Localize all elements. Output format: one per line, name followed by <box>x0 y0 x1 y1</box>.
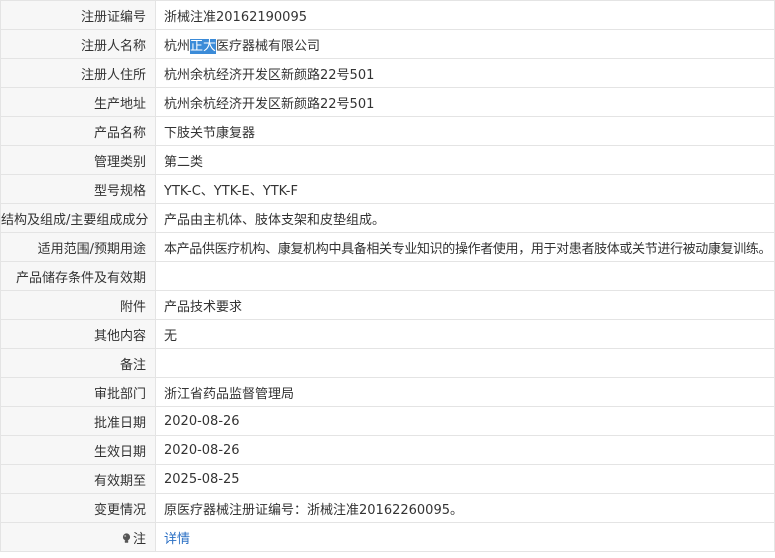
row-label-attachment: 附件 <box>0 290 156 320</box>
row-value-approval-department: 浙江省药品监督管理局 <box>155 377 775 407</box>
highlighted-text-selection[interactable]: 正大 <box>190 38 217 54</box>
row-value-product-name: 下肢关节康复器 <box>155 116 775 146</box>
row-label-registrant-address: 注册人住所 <box>0 58 156 88</box>
row-value-valid-until: 2025-08-25 <box>155 464 775 494</box>
row-value-remarks <box>155 348 775 378</box>
table-row: 生产地址 杭州余杭经济开发区新颜路22号501 <box>0 87 775 117</box>
row-value-production-address: 杭州余杭经济开发区新颜路22号501 <box>155 87 775 117</box>
table-row: 结构及组成/主要组成成分 产品由主机体、肢体支架和皮垫组成。 <box>0 203 775 233</box>
row-label-approval-department: 审批部门 <box>0 377 156 407</box>
table-row: 批准日期 2020-08-26 <box>0 406 775 436</box>
row-value-registrant-name: 杭州正大医疗器械有限公司 <box>155 29 775 59</box>
row-label-registration-number: 注册证编号 <box>0 0 156 30</box>
table-row: 型号规格 YTK-C、YTK-E、YTK-F <box>0 174 775 204</box>
row-value-approval-date: 2020-08-26 <box>155 406 775 436</box>
row-value-note: 详情 <box>155 522 775 552</box>
table-row: 产品名称 下肢关节康复器 <box>0 116 775 146</box>
table-row: 有效期至 2025-08-25 <box>0 464 775 494</box>
registration-detail-table: 注册证编号 浙械注准20162190095 注册人名称 杭州正大医疗器械有限公司… <box>0 0 775 552</box>
table-row: 生效日期 2020-08-26 <box>0 435 775 465</box>
row-label-effective-date: 生效日期 <box>0 435 156 465</box>
row-label-remarks: 备注 <box>0 348 156 378</box>
registrant-name-part: 杭州 <box>164 38 191 54</box>
bulb-icon <box>122 532 131 544</box>
row-label-valid-until: 有效期至 <box>0 464 156 494</box>
row-value-management-category: 第二类 <box>155 145 775 175</box>
table-row: 注 详情 <box>0 522 775 552</box>
registrant-name-part: 医疗器械有限公司 <box>216 38 321 54</box>
row-value-change-status: 原医疗器械注册证编号：浙械注准20162260095。 <box>155 493 775 523</box>
row-label-structure-composition: 结构及组成/主要组成成分 <box>0 203 156 233</box>
row-label-change-status: 变更情况 <box>0 493 156 523</box>
details-link[interactable]: 详情 <box>164 532 190 547</box>
row-value-other-content: 无 <box>155 319 775 349</box>
table-row: 注册人名称 杭州正大医疗器械有限公司 <box>0 29 775 59</box>
table-row: 审批部门 浙江省药品监督管理局 <box>0 377 775 407</box>
row-value-structure-composition: 产品由主机体、肢体支架和皮垫组成。 <box>155 203 775 233</box>
table-row: 注册人住所 杭州余杭经济开发区新颜路22号501 <box>0 58 775 88</box>
row-label-storage-validity: 产品储存条件及有效期 <box>0 261 156 291</box>
row-label-approval-date: 批准日期 <box>0 406 156 436</box>
row-label-other-content: 其他内容 <box>0 319 156 349</box>
row-label-management-category: 管理类别 <box>0 145 156 175</box>
row-label-model-spec: 型号规格 <box>0 174 156 204</box>
row-label-intended-use: 适用范围/预期用途 <box>0 232 156 262</box>
row-value-storage-validity <box>155 261 775 291</box>
row-label-production-address: 生产地址 <box>0 87 156 117</box>
table-row: 其他内容 无 <box>0 319 775 349</box>
table-row: 备注 <box>0 348 775 378</box>
row-value-effective-date: 2020-08-26 <box>155 435 775 465</box>
table-row: 产品储存条件及有效期 <box>0 261 775 291</box>
row-value-registration-number: 浙械注准20162190095 <box>155 0 775 30</box>
row-value-registrant-address: 杭州余杭经济开发区新颜路22号501 <box>155 58 775 88</box>
row-label-registrant-name: 注册人名称 <box>0 29 156 59</box>
table-row: 注册证编号 浙械注准20162190095 <box>0 0 775 30</box>
row-value-model-spec: YTK-C、YTK-E、YTK-F <box>155 174 775 204</box>
table-row: 适用范围/预期用途 本产品供医疗机构、康复机构中具备相关专业知识的操作者使用，用… <box>0 232 775 262</box>
table-row: 管理类别 第二类 <box>0 145 775 175</box>
row-label-note: 注 <box>0 522 156 552</box>
table-row: 附件 产品技术要求 <box>0 290 775 320</box>
row-value-intended-use: 本产品供医疗机构、康复机构中具备相关专业知识的操作者使用，用于对患者肢体或关节进… <box>155 232 775 262</box>
table-row: 变更情况 原医疗器械注册证编号：浙械注准20162260095。 <box>0 493 775 523</box>
note-label: 注 <box>132 531 146 547</box>
row-value-attachment: 产品技术要求 <box>155 290 775 320</box>
row-label-product-name: 产品名称 <box>0 116 156 146</box>
